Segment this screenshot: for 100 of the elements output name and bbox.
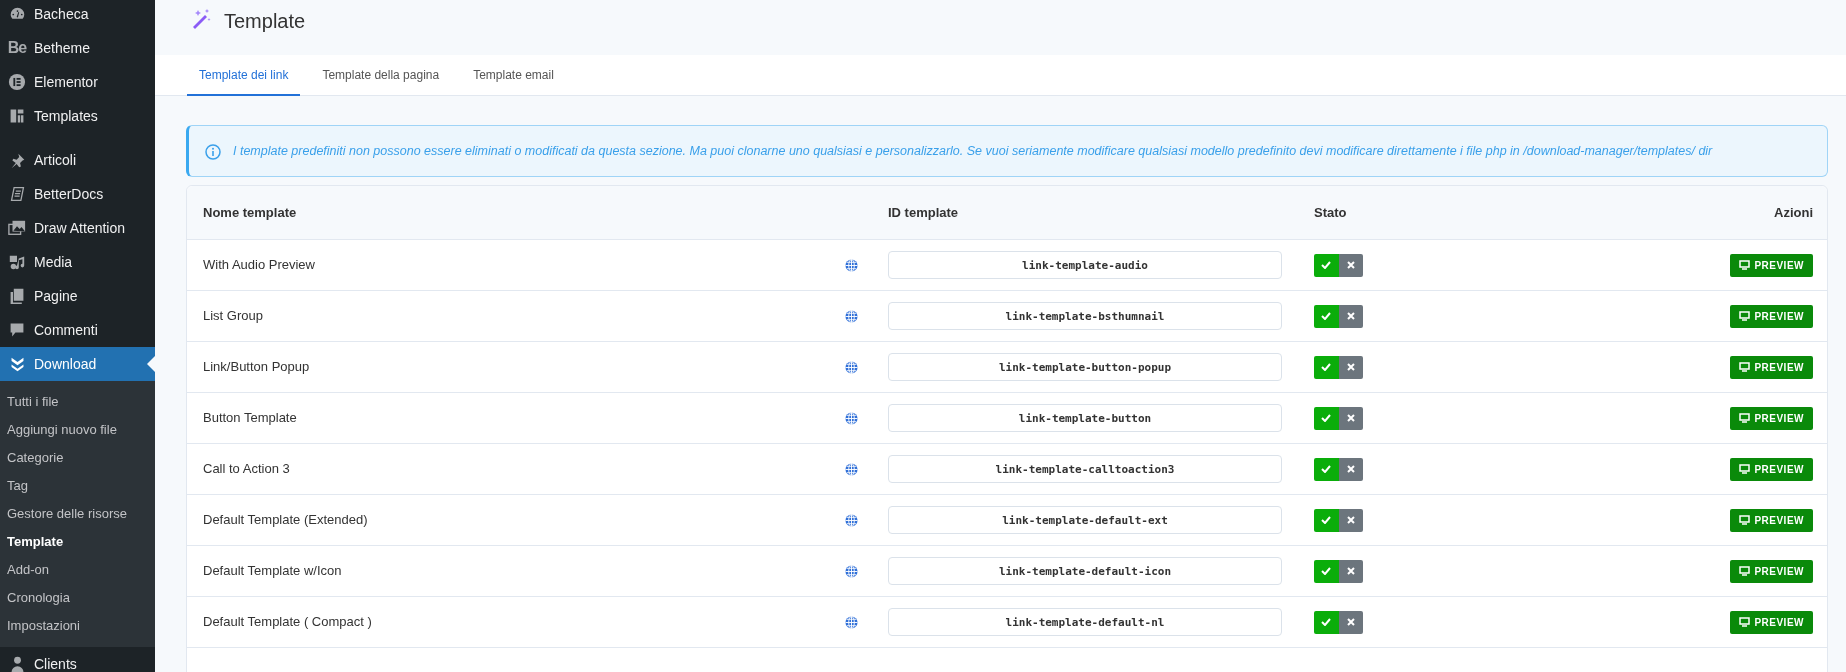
- template-id-field[interactable]: link-template-default-icon: [888, 557, 1282, 585]
- close-icon: [1346, 465, 1355, 473]
- images-icon: [8, 219, 26, 237]
- tab[interactable]: Template email: [461, 55, 566, 96]
- sidebar-item[interactable]: Be Betheme: [0, 31, 155, 65]
- sidebar-item[interactable]: Pagine: [0, 279, 155, 313]
- globe-icon[interactable]: [845, 615, 858, 629]
- submenu-item[interactable]: Impostazioni: [0, 612, 155, 640]
- preview-button[interactable]: PREVIEW: [1730, 253, 1813, 277]
- template-id-field[interactable]: link-template-button: [888, 404, 1282, 432]
- sidebar-item[interactable]: Download: [0, 347, 155, 381]
- submenu-item[interactable]: Cronologia: [0, 584, 155, 612]
- sidebar-item[interactable]: Articoli: [0, 143, 155, 177]
- globe-icon[interactable]: [845, 360, 858, 374]
- close-icon: [1346, 567, 1355, 575]
- template-id-field[interactable]: link-template-calltoaction3: [888, 455, 1282, 483]
- template-id-field[interactable]: link-template-bsthumnail: [888, 302, 1282, 330]
- close-icon: [1346, 363, 1355, 371]
- template-id-field[interactable]: link-template-default-ext: [888, 506, 1282, 534]
- check-icon: [1321, 516, 1332, 524]
- notice-text: I template predefiniti non possono essere eliminati o modificati da questa sezione. Ma puoi clonarne uno qualsiasi e personalizzarlo. Se vuoi seriamente modificare qualsiasi modello predefinito devi modificare direttamente i file php in /download-manager/templates/ dir: [233, 142, 1713, 160]
- check-icon: [1321, 465, 1332, 473]
- status-toggle[interactable]: [1314, 253, 1363, 277]
- monitor-icon: [1739, 311, 1751, 321]
- template-id-field[interactable]: link-template-button-popup: [888, 353, 1282, 381]
- layout-icon: [9, 108, 25, 124]
- monitor-icon: [1739, 362, 1751, 372]
- sidebar-item[interactable]: Elementor: [0, 65, 155, 99]
- template-name: Button Template: [203, 409, 298, 428]
- sidebar-item[interactable]: Clients: [0, 647, 155, 672]
- close-icon: [1346, 312, 1355, 320]
- globe-icon[interactable]: [845, 564, 858, 578]
- template-id-field[interactable]: link-template-default-nl: [888, 608, 1282, 636]
- check-icon: [1321, 414, 1332, 422]
- monitor-icon: [1739, 566, 1751, 576]
- status-toggle[interactable]: [1314, 508, 1363, 532]
- submenu-item[interactable]: Add-on: [0, 556, 155, 584]
- globe-icon[interactable]: [845, 411, 858, 425]
- submenu-item[interactable]: Template: [0, 528, 155, 556]
- column-header: Azioni: [1774, 203, 1813, 222]
- status-toggle[interactable]: [1314, 355, 1363, 379]
- pages-icon: [9, 288, 25, 304]
- status-toggle[interactable]: [1314, 406, 1363, 430]
- monitor-icon: [1739, 413, 1751, 423]
- close-icon: [1346, 618, 1355, 626]
- globe-icon[interactable]: [845, 258, 858, 272]
- check-icon: [1321, 312, 1332, 320]
- menu-pointer: [147, 356, 155, 372]
- sidebar-item[interactable]: BetterDocs: [0, 177, 155, 211]
- close-icon: [1346, 414, 1355, 422]
- preview-button[interactable]: PREVIEW: [1730, 610, 1813, 634]
- info-icon: [205, 143, 221, 160]
- sidebar-item[interactable]: Commenti: [0, 313, 155, 347]
- preview-button[interactable]: PREVIEW: [1730, 406, 1813, 430]
- template-name: Link/Button Popup: [203, 358, 311, 377]
- submenu-item[interactable]: Tag: [0, 472, 155, 500]
- check-icon: [1321, 567, 1332, 575]
- template-name: Default Template ( Compact ): [203, 613, 373, 632]
- sidebar-item[interactable]: Draw Attention: [0, 211, 155, 245]
- submenu-item[interactable]: Aggiungi nuovo file: [0, 416, 155, 444]
- globe-icon[interactable]: [845, 309, 858, 323]
- sidebar-item[interactable]: Bacheca: [0, 0, 155, 31]
- monitor-icon: [1739, 515, 1751, 525]
- elementor-icon: [8, 73, 26, 91]
- tab[interactable]: Template dei link: [187, 55, 301, 96]
- monitor-icon: [1739, 260, 1751, 270]
- column-header: ID template: [888, 203, 960, 222]
- globe-icon[interactable]: [845, 462, 858, 476]
- submenu-item[interactable]: Gestore delle risorse: [0, 500, 155, 528]
- preview-button[interactable]: PREVIEW: [1730, 508, 1813, 532]
- sidebar-item[interactable]: Media: [0, 245, 155, 279]
- column-header: Stato: [1314, 203, 1348, 222]
- status-toggle[interactable]: [1314, 457, 1363, 481]
- sidebar-item[interactable]: Templates: [0, 99, 155, 133]
- check-icon: [1321, 261, 1332, 269]
- monitor-icon: [1739, 464, 1751, 474]
- status-toggle[interactable]: [1314, 610, 1363, 634]
- globe-icon[interactable]: [845, 513, 858, 527]
- template-name: List Group: [203, 307, 264, 326]
- preview-button[interactable]: PREVIEW: [1730, 457, 1813, 481]
- template-name: Default Template w/Icon: [203, 562, 343, 581]
- check-icon: [1321, 618, 1332, 626]
- preview-button[interactable]: PREVIEW: [1730, 304, 1813, 328]
- preview-button[interactable]: PREVIEW: [1730, 559, 1813, 583]
- status-toggle[interactable]: [1314, 304, 1363, 328]
- close-icon: [1346, 261, 1355, 269]
- column-header: Nome template: [203, 203, 298, 222]
- submenu-item[interactable]: Tutti i file: [0, 388, 155, 416]
- page-title: Template: [224, 9, 306, 34]
- submenu-item[interactable]: Categorie: [0, 444, 155, 472]
- template-name: Call to Action 3: [203, 460, 291, 479]
- close-icon: [1346, 516, 1355, 524]
- tab[interactable]: Template della pagina: [310, 55, 452, 96]
- preview-button[interactable]: PREVIEW: [1730, 355, 1813, 379]
- template-name: With Audio Preview: [203, 256, 316, 275]
- check-icon: [1321, 363, 1332, 371]
- status-toggle[interactable]: [1314, 559, 1363, 583]
- template-id-field[interactable]: link-template-audio: [888, 251, 1282, 279]
- document-icon: [8, 185, 26, 203]
- comment-icon: [9, 322, 25, 338]
